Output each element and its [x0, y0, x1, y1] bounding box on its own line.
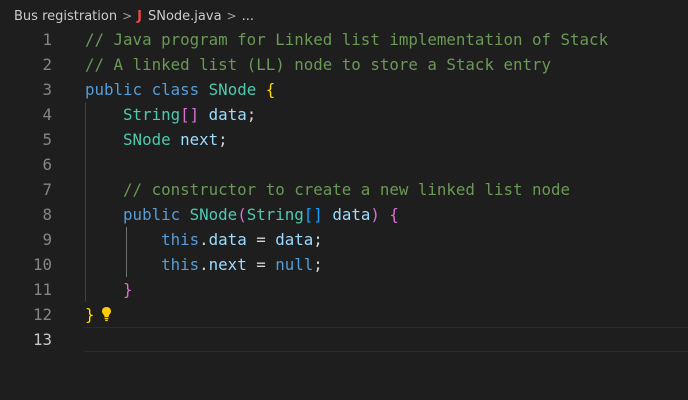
line-number: 13	[32, 330, 52, 349]
code-token: SNode	[208, 80, 257, 99]
code-token: public	[85, 80, 143, 99]
code-token: next	[208, 255, 247, 274]
code-token: .	[199, 255, 209, 274]
indent-guide-active	[126, 227, 127, 277]
code-token: =	[246, 230, 276, 249]
code-text[interactable]: String[] data;	[85, 102, 256, 127]
code-token: // Java program for Linked list implemen…	[85, 30, 609, 49]
code-token: {	[265, 80, 276, 99]
code-token: String	[246, 205, 304, 224]
line-number: 2	[42, 55, 52, 74]
code-editor[interactable]: Bus registration > J SNode.java > ... 1 /…	[0, 0, 688, 400]
lightbulb-icon[interactable]	[101, 306, 112, 322]
code-text[interactable]: public class SNode {	[85, 77, 275, 102]
code-token: class	[151, 80, 200, 99]
code-token: )	[370, 205, 380, 224]
code-text[interactable]: // constructor to create a new linked li…	[85, 177, 570, 202]
code-line[interactable]: 8 public SNode(String[] data) {	[0, 202, 688, 227]
code-line[interactable]: 13	[0, 327, 688, 352]
code-token: this	[161, 255, 200, 274]
breadcrumb-folder[interactable]: Bus registration	[14, 9, 117, 24]
code-token: ;	[246, 105, 257, 124]
chevron-right-icon: >	[122, 9, 133, 23]
code-line[interactable]: 5 SNode next;	[0, 127, 688, 152]
code-line[interactable]: 11 }	[0, 277, 688, 302]
code-token: {	[389, 205, 399, 224]
code-token: .	[199, 230, 209, 249]
code-token: []	[303, 205, 323, 224]
code-text[interactable]: public SNode(String[] data) {	[85, 202, 399, 227]
line-number: 4	[42, 105, 52, 124]
breadcrumb-symbol[interactable]: ...	[242, 9, 254, 24]
code-area[interactable]: 1 // Java program for Linked list impleme…	[0, 27, 688, 352]
code-token: }	[85, 305, 95, 324]
line-number: 8	[42, 205, 52, 224]
code-line[interactable]: 7 // constructor to create a new linked …	[0, 177, 688, 202]
line-number: 7	[42, 180, 52, 199]
breadcrumb: Bus registration > J SNode.java > ...	[14, 5, 254, 27]
code-token: // A linked list (LL) node to store a St…	[85, 55, 552, 74]
chevron-right-icon: >	[226, 9, 237, 23]
code-token: ;	[313, 255, 323, 274]
breadcrumb-file[interactable]: SNode.java	[148, 9, 222, 24]
code-token: SNode	[189, 205, 238, 224]
code-line[interactable]: 9 this.data = data;	[0, 227, 688, 252]
code-line[interactable]: 10 this.next = null;	[0, 252, 688, 277]
line-number: 1	[42, 30, 52, 49]
code-token: }	[123, 280, 133, 299]
code-token: next	[180, 130, 219, 149]
indent-guide	[85, 102, 86, 302]
code-token: ;	[313, 230, 323, 249]
line-number: 10	[32, 255, 52, 274]
line-number: 5	[42, 130, 52, 149]
code-text[interactable]: }	[85, 277, 133, 302]
code-token: // constructor to create a new linked li…	[123, 180, 571, 199]
code-token: this	[161, 230, 200, 249]
code-token: data	[208, 105, 247, 124]
code-token: data	[332, 205, 371, 224]
code-token: SNode	[123, 130, 171, 149]
code-line[interactable]: 2 // A linked list (LL) node to store a S…	[0, 52, 688, 77]
code-text[interactable]: SNode next;	[85, 127, 228, 152]
code-line[interactable]: 4 String[] data;	[0, 102, 688, 127]
code-token: =	[246, 255, 276, 274]
code-token: data	[208, 230, 247, 249]
code-line[interactable]: 3 public class SNode {	[0, 77, 688, 102]
code-line[interactable]: 1 // Java program for Linked list impleme…	[0, 27, 688, 52]
code-token: public	[123, 205, 181, 224]
line-number: 9	[42, 230, 52, 249]
code-text[interactable]: }	[85, 302, 95, 327]
code-text[interactable]: this.data = data;	[85, 227, 323, 252]
code-token: (	[237, 205, 247, 224]
code-token: String	[123, 105, 181, 124]
line-number: 12	[32, 305, 52, 324]
code-text[interactable]: this.next = null;	[85, 252, 323, 277]
line-number: 11	[32, 280, 52, 299]
code-token: ;	[218, 130, 228, 149]
code-line[interactable]: 6	[0, 152, 688, 177]
line-number: 6	[42, 155, 52, 174]
code-token: data	[275, 230, 314, 249]
code-text[interactable]: // Java program for Linked list implemen…	[85, 27, 608, 52]
code-token: null	[275, 255, 314, 274]
code-text[interactable]: // A linked list (LL) node to store a St…	[85, 52, 551, 77]
code-token: []	[180, 105, 200, 124]
line-number: 3	[42, 80, 52, 99]
java-icon: J	[137, 8, 142, 24]
